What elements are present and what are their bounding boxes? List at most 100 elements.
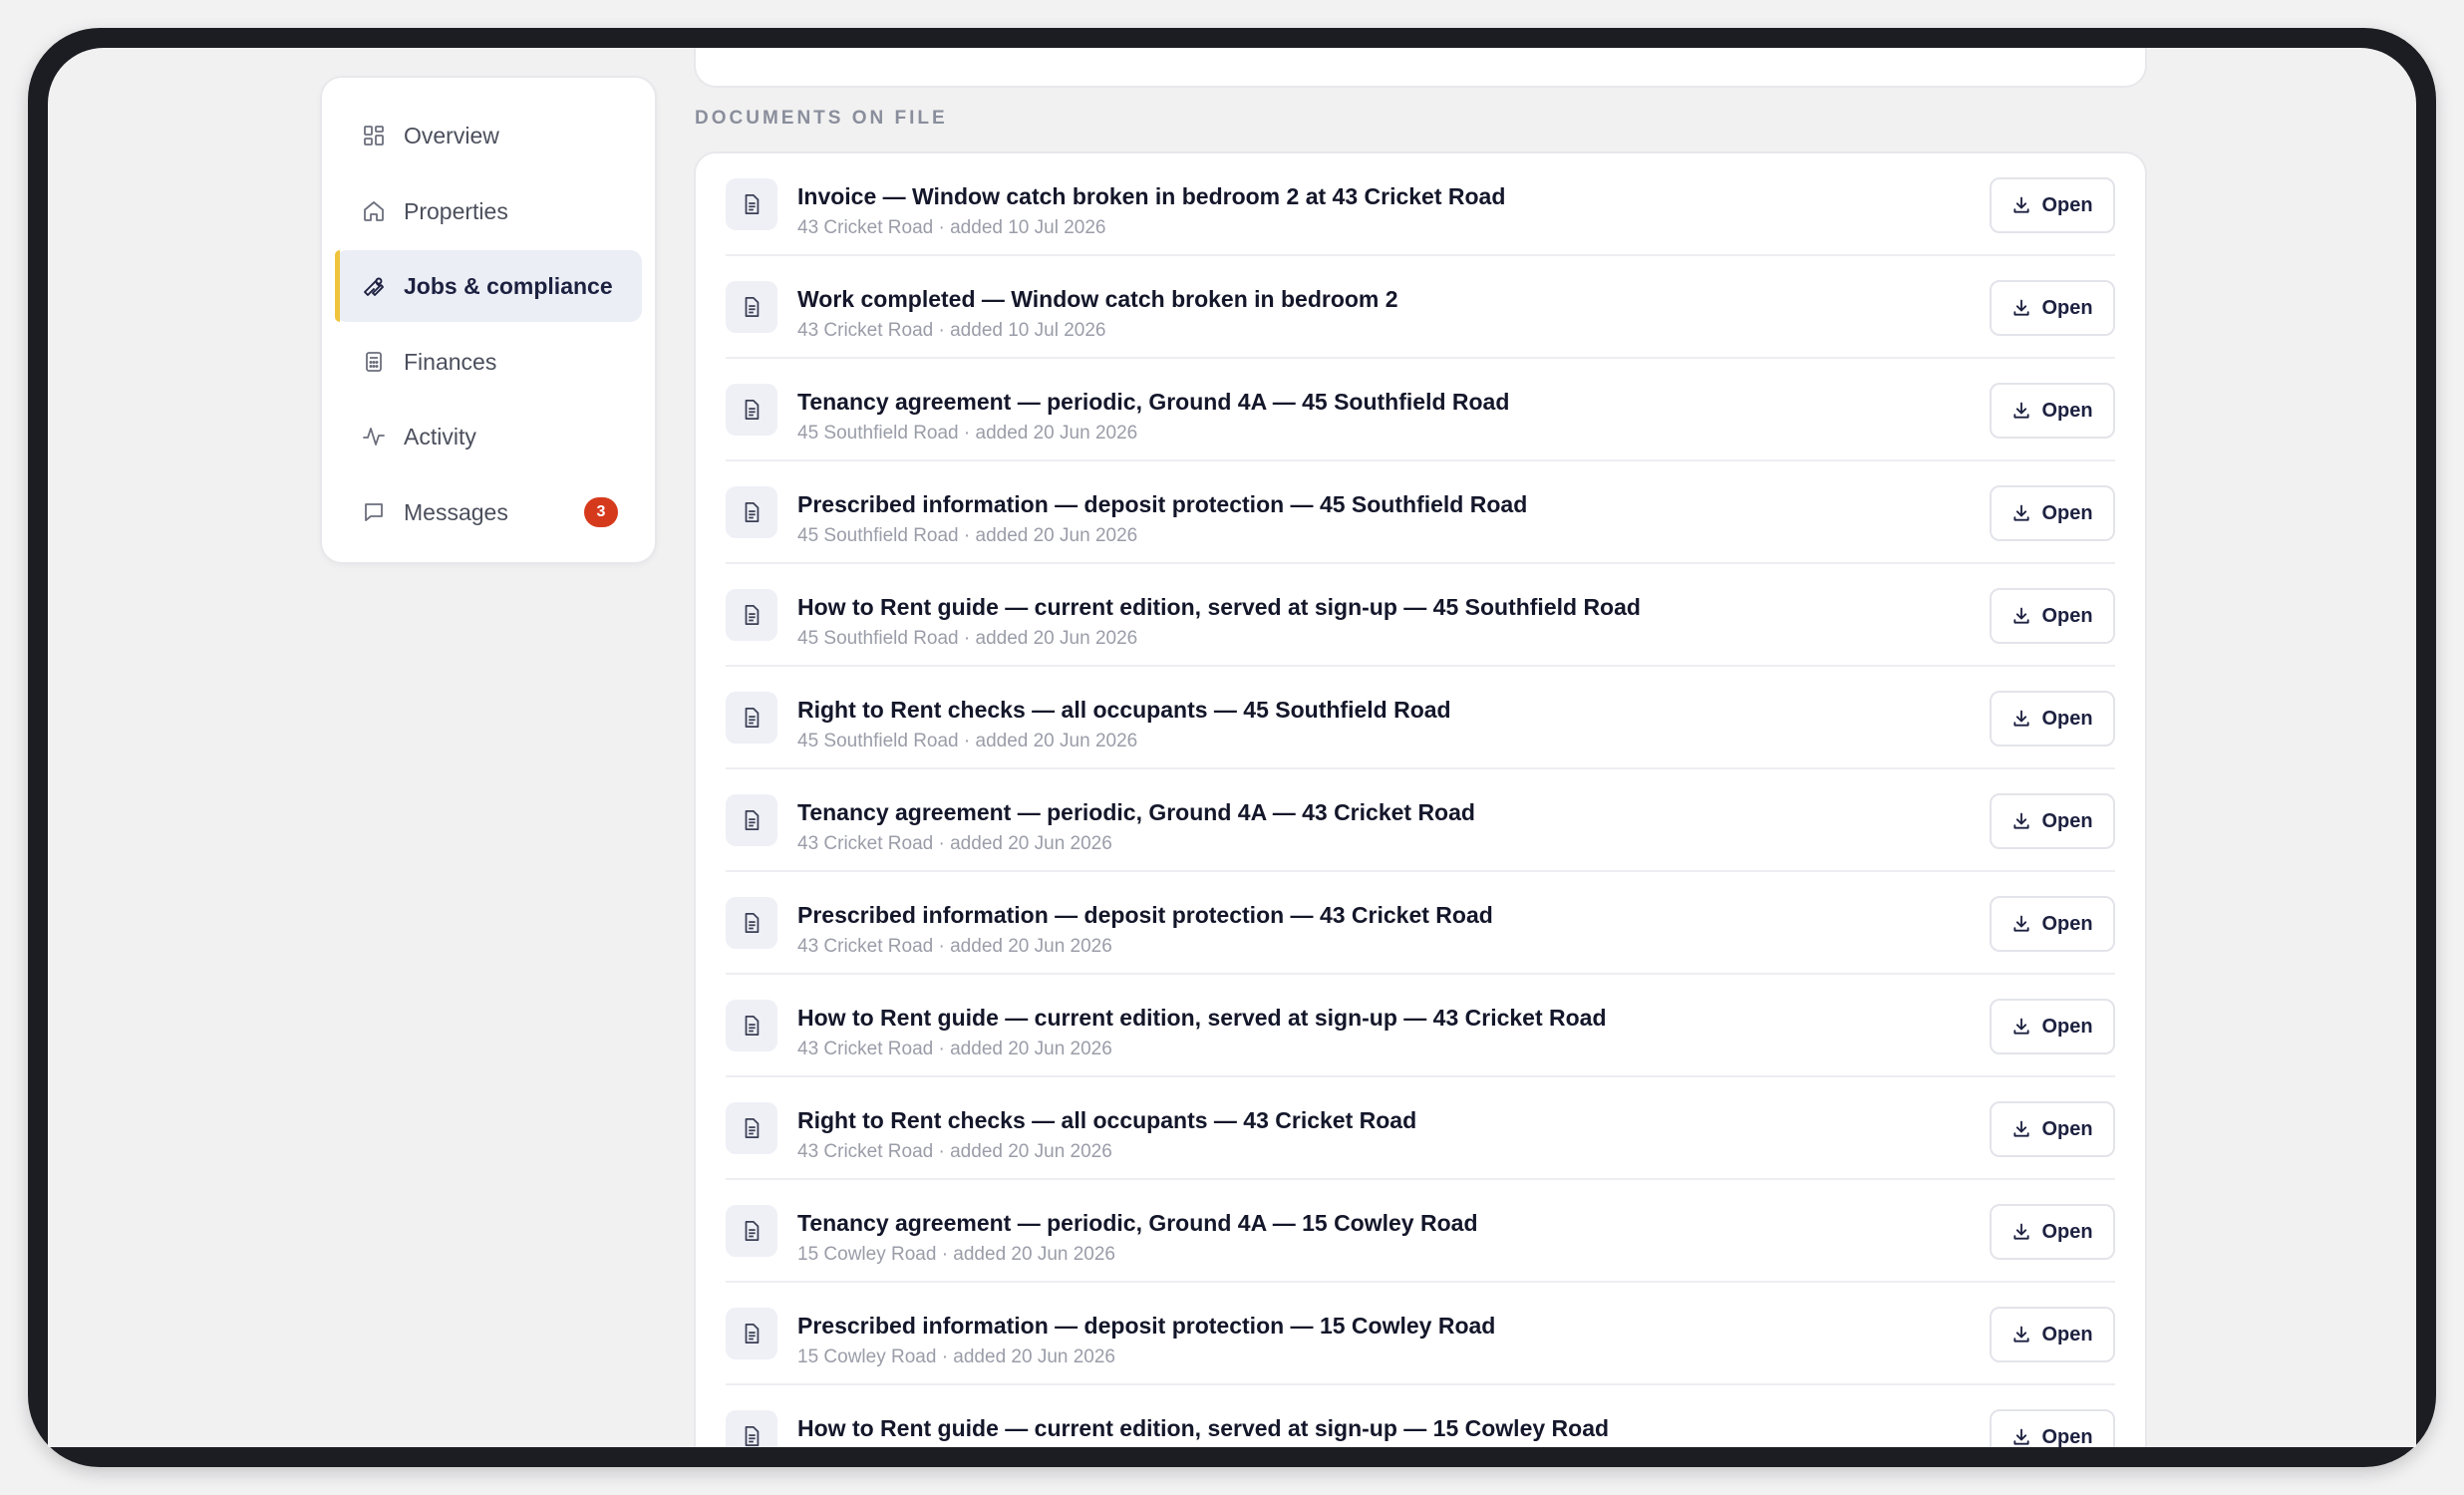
- sidebar-item-label: Messages: [404, 498, 508, 525]
- document-title: Right to Rent checks — all occupants — 4…: [797, 697, 1451, 723]
- document-title: Prescribed information — deposit protect…: [797, 902, 1493, 928]
- download-icon: [2011, 298, 2031, 318]
- open-button-label: Open: [2041, 1117, 2093, 1140]
- open-document-button[interactable]: Open: [1990, 1307, 2115, 1362]
- open-button-label: Open: [2041, 193, 2093, 216]
- app-screen: Overview Properties Jobs & compliance Fi…: [48, 48, 2416, 1447]
- document-icon: [726, 178, 777, 230]
- grid-icon: [361, 123, 387, 149]
- document-icon: [726, 281, 777, 333]
- document-icon: [726, 1410, 777, 1447]
- download-icon: [2011, 1017, 2031, 1037]
- open-document-button[interactable]: Open: [1990, 1101, 2115, 1157]
- open-document-button[interactable]: Open: [1990, 1409, 2115, 1447]
- download-icon: [2011, 1325, 2031, 1345]
- document-icon: [726, 1308, 777, 1359]
- document-row: Tenancy agreement — periodic, Ground 4A …: [726, 359, 2115, 461]
- document-row: Right to Rent checks — all occupants — 4…: [726, 667, 2115, 769]
- document-row: How to Rent guide — current edition, ser…: [726, 975, 2115, 1077]
- download-icon: [2011, 503, 2031, 523]
- open-button-label: Open: [2041, 501, 2093, 524]
- open-button-label: Open: [2041, 1425, 2093, 1448]
- open-document-button[interactable]: Open: [1990, 280, 2115, 336]
- document-row: Prescribed information — deposit protect…: [726, 1283, 2115, 1385]
- sidebar-item-properties[interactable]: Properties: [335, 175, 642, 247]
- document-meta: 43 Cricket Road · added 20 Jun 2026: [797, 936, 1112, 957]
- download-icon: [2011, 914, 2031, 934]
- document-meta: 43 Cricket Road · added 20 Jun 2026: [797, 833, 1112, 854]
- open-document-button[interactable]: Open: [1990, 691, 2115, 747]
- chat-icon: [361, 499, 387, 525]
- document-icon: [726, 589, 777, 641]
- download-icon: [2011, 1119, 2031, 1139]
- document-meta: 15 Cowley Road · added 20 Jun 2026: [797, 1346, 1116, 1367]
- document-row: Prescribed information — deposit protect…: [726, 872, 2115, 975]
- document-row: Tenancy agreement — periodic, Ground 4A …: [726, 769, 2115, 872]
- document-meta: 43 Cricket Road · added 20 Jun 2026: [797, 1141, 1112, 1162]
- document-meta: 45 Southfield Road · added 20 Jun 2026: [797, 423, 1138, 444]
- home-icon: [361, 198, 387, 224]
- download-icon: [2011, 606, 2031, 626]
- sidebar-item-label: Properties: [404, 197, 508, 224]
- document-title: Tenancy agreement — periodic, Ground 4A …: [797, 389, 1510, 415]
- document-row: Invoice — Window catch broken in bedroom…: [726, 153, 2115, 256]
- document-meta: 43 Cricket Road · added 20 Jun 2026: [797, 1039, 1112, 1059]
- document-meta: 45 Southfield Road · added 20 Jun 2026: [797, 731, 1138, 751]
- document-title: How to Rent guide — current edition, ser…: [797, 594, 1641, 620]
- sidebar-item-finances[interactable]: Finances: [335, 326, 642, 398]
- sidebar-item-messages[interactable]: Messages 3: [335, 476, 642, 548]
- document-row: How to Rent guide — current edition, ser…: [726, 1385, 2115, 1447]
- document-meta: 15 Cowley Road · added 20 Jun 2026: [797, 1244, 1116, 1265]
- section-title: DOCUMENTS ON FILE: [695, 108, 948, 129]
- sidebar-nav: Overview Properties Jobs & compliance Fi…: [320, 76, 657, 564]
- document-row: Tenancy agreement — periodic, Ground 4A …: [726, 1180, 2115, 1283]
- open-button-label: Open: [2041, 707, 2093, 730]
- unread-badge: 3: [584, 497, 618, 527]
- document-icon: [726, 794, 777, 846]
- open-button-label: Open: [2041, 912, 2093, 935]
- open-document-button[interactable]: Open: [1990, 1204, 2115, 1260]
- open-document-button[interactable]: Open: [1990, 485, 2115, 541]
- download-icon: [2011, 1427, 2031, 1447]
- wrench-icon: [361, 273, 387, 299]
- sidebar-item-label: Overview: [404, 122, 499, 149]
- open-document-button[interactable]: Open: [1990, 588, 2115, 644]
- sidebar-item-jobs-compliance[interactable]: Jobs & compliance: [335, 250, 642, 322]
- document-row: Work completed — Window catch broken in …: [726, 256, 2115, 359]
- document-meta: 45 Southfield Road · added 20 Jun 2026: [797, 628, 1138, 649]
- open-document-button[interactable]: Open: [1990, 999, 2115, 1054]
- document-title: Right to Rent checks — all occupants — 4…: [797, 1107, 1417, 1133]
- document-title: Prescribed information — deposit protect…: [797, 491, 1528, 517]
- open-button-label: Open: [2041, 1220, 2093, 1243]
- open-button-label: Open: [2041, 399, 2093, 422]
- document-row: Prescribed information — deposit protect…: [726, 461, 2115, 564]
- download-icon: [2011, 811, 2031, 831]
- open-button-label: Open: [2041, 1323, 2093, 1346]
- document-icon: [726, 1000, 777, 1051]
- document-icon: [726, 1102, 777, 1154]
- previous-card: [694, 48, 2147, 88]
- document-title: Prescribed information — deposit protect…: [797, 1313, 1496, 1339]
- open-document-button[interactable]: Open: [1990, 177, 2115, 233]
- open-button-label: Open: [2041, 604, 2093, 627]
- pulse-icon: [361, 424, 387, 449]
- document-icon: [726, 486, 777, 538]
- document-icon: [726, 897, 777, 949]
- open-document-button[interactable]: Open: [1990, 896, 2115, 952]
- sidebar-item-label: Jobs & compliance: [404, 272, 613, 299]
- open-document-button[interactable]: Open: [1990, 383, 2115, 439]
- sidebar-item-overview[interactable]: Overview: [335, 100, 642, 171]
- sidebar-item-activity[interactable]: Activity: [335, 401, 642, 472]
- device-frame: Overview Properties Jobs & compliance Fi…: [28, 28, 2436, 1467]
- document-title: Work completed — Window catch broken in …: [797, 286, 1398, 312]
- document-row: Right to Rent checks — all occupants — 4…: [726, 1077, 2115, 1180]
- documents-list: Invoice — Window catch broken in bedroom…: [694, 151, 2147, 1447]
- download-icon: [2011, 195, 2031, 215]
- open-document-button[interactable]: Open: [1990, 793, 2115, 849]
- open-button-label: Open: [2041, 809, 2093, 832]
- document-meta: 43 Cricket Road · added 10 Jul 2026: [797, 320, 1106, 341]
- document-title: Tenancy agreement — periodic, Ground 4A …: [797, 799, 1475, 825]
- document-meta: 45 Southfield Road · added 20 Jun 2026: [797, 525, 1138, 546]
- open-button-label: Open: [2041, 1015, 2093, 1038]
- document-icon: [726, 692, 777, 744]
